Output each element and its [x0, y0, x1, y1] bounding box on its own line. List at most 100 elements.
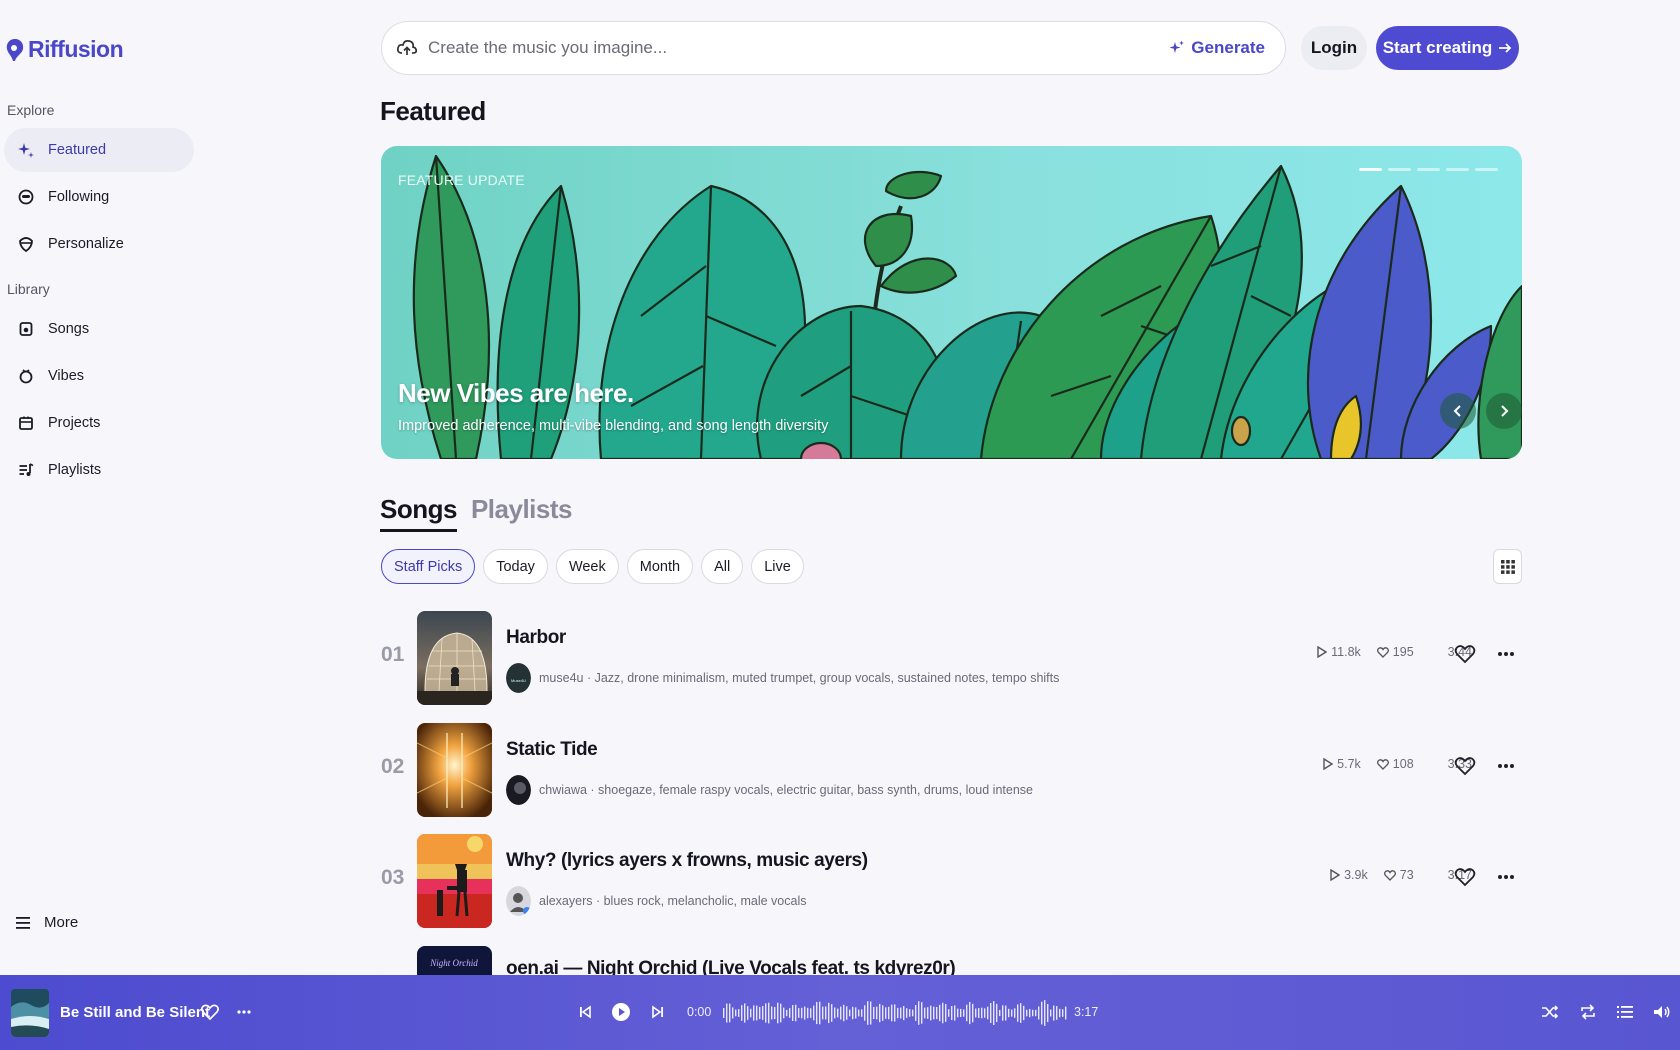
now-playing-title[interactable]: Be Still and Be Silent	[60, 1004, 210, 1021]
song-cover[interactable]: Night Orchid	[417, 946, 492, 975]
song-stats: 3.9k 73 3:17	[1330, 868, 1472, 882]
now-playing-cover[interactable]	[11, 989, 49, 1037]
filter-month[interactable]: Month	[626, 549, 694, 584]
sidebar-item-label: Following	[48, 189, 110, 205]
song-title[interactable]: Why? (lyrics ayers x frowns, music ayers…	[506, 850, 868, 872]
slide-dot[interactable]	[1388, 168, 1411, 171]
song-title[interactable]: Static Tide	[506, 739, 598, 761]
waveform-bar	[741, 1005, 743, 1021]
sidebar-item-playlists[interactable]: Playlists	[4, 448, 194, 492]
avatar[interactable]	[506, 886, 531, 916]
sidebar-item-personalize[interactable]: Personalize	[4, 222, 194, 266]
waveform-bar	[855, 1007, 857, 1019]
waveform-bar	[876, 1006, 878, 1020]
song-cover[interactable]	[417, 834, 492, 928]
featured-banner[interactable]: FEATURE UPDATE New Vibes are here. Impro…	[381, 146, 1522, 459]
song-title[interactable]: Harbor	[506, 627, 566, 649]
like-count-value: 195	[1392, 645, 1414, 659]
slide-dot[interactable]	[1475, 168, 1498, 171]
grid-icon	[1500, 559, 1515, 574]
sidebar-item-songs[interactable]: Songs	[4, 307, 194, 351]
sidebar-item-featured[interactable]: Featured	[4, 128, 194, 172]
song-meta-text: muse4u · Jazz, drone minimalism, muted t…	[539, 671, 1060, 685]
like-heart-icon[interactable]	[1454, 643, 1476, 665]
more-options-icon[interactable]	[1495, 643, 1517, 665]
waveform-scrubber[interactable]	[723, 997, 1068, 1029]
sidebar-item-label: Vibes	[48, 368, 85, 384]
banner-eyebrow: FEATURE UPDATE	[398, 172, 525, 188]
player-bar: Be Still and Be Silent 0:00 3:17	[0, 975, 1680, 1050]
play-count: 5.7k	[1323, 757, 1361, 771]
prompt-input[interactable]	[428, 38, 1170, 58]
avatar[interactable]: Muse4U	[506, 663, 531, 693]
more-menu[interactable]: More	[16, 914, 78, 931]
waveform-bar	[831, 1004, 833, 1022]
banner-prev-button[interactable]	[1440, 393, 1476, 429]
filter-staff-picks[interactable]: Staff Picks	[381, 549, 476, 584]
waveform-bar	[936, 1007, 938, 1020]
play-count-value: 3.9k	[1344, 868, 1368, 882]
table-row[interactable]: 02 Static Tide chwiawa · shoegaze, femal…	[381, 723, 1522, 819]
login-button[interactable]: Login	[1301, 26, 1367, 70]
song-title[interactable]: oen.ai — Night Orchid (Live Vocals feat.…	[506, 958, 956, 975]
more-options-icon[interactable]	[1495, 755, 1517, 777]
like-heart-icon[interactable]	[1454, 866, 1476, 888]
tab-playlists[interactable]: Playlists	[471, 494, 573, 532]
start-creating-button[interactable]: Start creating	[1376, 26, 1519, 70]
queue-icon[interactable]	[1615, 1002, 1635, 1022]
waveform-bar	[969, 1001, 971, 1025]
heart-icon	[1376, 758, 1389, 770]
waveform-bar	[948, 1009, 950, 1017]
filter-all[interactable]: All	[701, 549, 744, 584]
banner-next-button[interactable]	[1486, 393, 1522, 429]
shuffle-icon[interactable]	[1540, 1002, 1560, 1022]
waveform-bar	[768, 1002, 770, 1024]
page-title: Featured	[380, 96, 486, 126]
slide-dot[interactable]	[1359, 168, 1382, 171]
waveform-bar	[1011, 1009, 1013, 1017]
filter-live[interactable]: Live	[751, 549, 804, 584]
waveform-bar	[780, 1003, 782, 1023]
sidebar-item-vibes[interactable]: Vibes	[4, 354, 194, 398]
waveform-bar	[762, 1006, 764, 1020]
waveform-bar	[945, 1004, 947, 1022]
sidebar-item-projects[interactable]: Projects	[4, 401, 194, 445]
more-options-icon[interactable]	[1495, 866, 1517, 888]
generate-button[interactable]: Generate	[1169, 38, 1265, 58]
upload-cloud-icon[interactable]	[396, 37, 418, 59]
filter-today[interactable]: Today	[483, 549, 548, 584]
tab-songs[interactable]: Songs	[380, 494, 457, 532]
repeat-icon[interactable]	[1578, 1002, 1598, 1022]
slide-indicators[interactable]	[1359, 168, 1498, 171]
avatar[interactable]	[506, 775, 531, 805]
riffusion-logo[interactable]: Riffusion	[6, 36, 124, 63]
like-heart-icon[interactable]	[200, 1002, 220, 1022]
song-icon	[19, 322, 33, 336]
cover-text: Night Orchid	[429, 958, 478, 968]
personalize-icon	[19, 237, 33, 252]
arrow-right-icon	[1499, 43, 1512, 53]
slide-dot[interactable]	[1417, 168, 1440, 171]
filter-week[interactable]: Week	[555, 549, 619, 584]
waveform-bar	[879, 1003, 881, 1023]
table-row[interactable]: 03 Why? (lyrics ayers x frowns, music ay…	[381, 834, 1522, 930]
song-cover[interactable]	[417, 723, 492, 817]
table-row[interactable]: Night Orchid oen.ai — Night Orchid (Live…	[381, 946, 1522, 975]
waveform-bar	[789, 1008, 791, 1018]
table-row[interactable]: 01 Harbor Muse4U muse4u · Jazz, drone mi…	[381, 611, 1522, 707]
play-button-icon[interactable]	[611, 1002, 631, 1022]
waveform-bar	[918, 1001, 920, 1025]
vibe-icon	[19, 369, 33, 384]
waveform-bar	[1056, 1006, 1058, 1020]
skip-forward-icon[interactable]	[648, 1002, 668, 1022]
slide-dot[interactable]	[1446, 168, 1469, 171]
more-options-icon[interactable]	[234, 1002, 254, 1022]
like-heart-icon[interactable]	[1454, 755, 1476, 777]
skip-back-icon[interactable]	[575, 1002, 595, 1022]
waveform-bar	[882, 1005, 884, 1021]
waveform-bar	[960, 1008, 962, 1018]
song-cover[interactable]	[417, 611, 492, 705]
volume-icon[interactable]	[1652, 1002, 1672, 1022]
grid-view-button[interactable]	[1493, 549, 1522, 584]
sidebar-item-following[interactable]: Following	[4, 175, 194, 219]
